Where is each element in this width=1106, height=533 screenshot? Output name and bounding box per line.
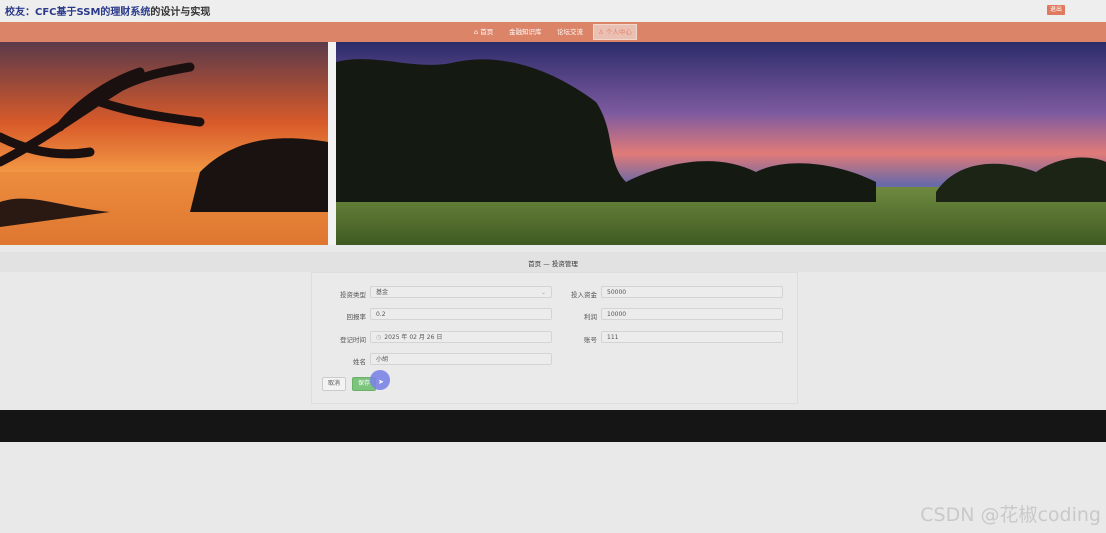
invest-amount-label: 投入资金: [571, 291, 597, 299]
name-input[interactable]: 小胡: [370, 353, 552, 365]
banner-gap: [328, 42, 336, 245]
cursor-icon: ➤: [378, 378, 384, 386]
account-label: 账号: [584, 336, 597, 344]
account-input[interactable]: 111: [601, 331, 783, 343]
name-label: 姓名: [353, 358, 366, 366]
register-time-value: 2025 年 02 月 26 日: [384, 334, 443, 341]
main-nav: ⌂ 首页 金融知识库 论坛交流 ♙ 个人中心: [0, 22, 1106, 42]
user-icon: ♙: [598, 28, 604, 36]
logout-button[interactable]: 退出: [1046, 5, 1065, 15]
banner-image-grassland: [336, 42, 1106, 245]
cancel-label: 取消: [328, 380, 341, 387]
app-title-highlight: 校友：CFC基于SSM的理财系统: [5, 7, 151, 18]
breadcrumb-current: 投资管理: [551, 260, 578, 268]
account-value: 111: [607, 334, 619, 341]
invest-amount-input[interactable]: 50000: [601, 286, 783, 298]
breadcrumb: 首页 — 投资管理: [0, 258, 1106, 268]
profit-value: 10000: [607, 311, 627, 318]
banner-image-sunset-tree: [0, 42, 328, 245]
invest-amount-value: 50000: [607, 289, 627, 296]
invest-type-label: 投资类型: [340, 291, 366, 299]
return-rate-label: 回报率: [346, 313, 367, 321]
logout-label: 退出: [1049, 6, 1062, 13]
nav-item-label: 首页: [480, 28, 494, 36]
register-time-label: 登记时间: [340, 336, 366, 344]
watermark: CSDN @花椒coding: [920, 504, 1101, 526]
profit-label: 利润: [584, 313, 597, 321]
invest-type-select[interactable]: 基金 ⌄: [370, 286, 552, 298]
register-time-picker[interactable]: ◷ 2025 年 02 月 26 日: [370, 331, 552, 343]
return-rate-input[interactable]: 0.2: [370, 308, 552, 320]
return-rate-value: 0.2: [376, 311, 386, 318]
name-value: 小胡: [376, 356, 389, 363]
nav-item-label: 论坛交流: [557, 28, 583, 36]
invest-type-value: 基金: [376, 289, 389, 296]
app-title: 校友：CFC基于SSM的理财系统的设计与实现: [5, 3, 210, 18]
nav-item-finance-knowledge[interactable]: 金融知识库: [509, 25, 542, 39]
save-label: 保存: [358, 380, 371, 387]
top-bar: 校友：CFC基于SSM的理财系统的设计与实现 退出: [0, 0, 1106, 22]
cancel-button[interactable]: 取消: [322, 377, 347, 391]
calendar-icon: ◷: [376, 334, 382, 341]
app-title-rest: 的设计与实现: [150, 7, 211, 18]
breadcrumb-bar: 首页 — 投资管理: [0, 252, 1106, 272]
nav-item-label: 金融知识库: [509, 28, 542, 36]
breadcrumb-home[interactable]: 首页: [528, 260, 541, 268]
home-icon: ⌂: [474, 28, 479, 36]
footer: [0, 410, 1106, 442]
profit-input[interactable]: 10000: [601, 308, 783, 320]
nav-item-personal-center[interactable]: ♙ 个人中心: [593, 24, 637, 40]
nav-item-forum[interactable]: 论坛交流: [557, 25, 583, 39]
nav-item-home[interactable]: ⌂ 首页: [474, 25, 493, 39]
nav-item-label: 个人中心: [605, 28, 632, 36]
breadcrumb-separator: —: [543, 260, 550, 268]
